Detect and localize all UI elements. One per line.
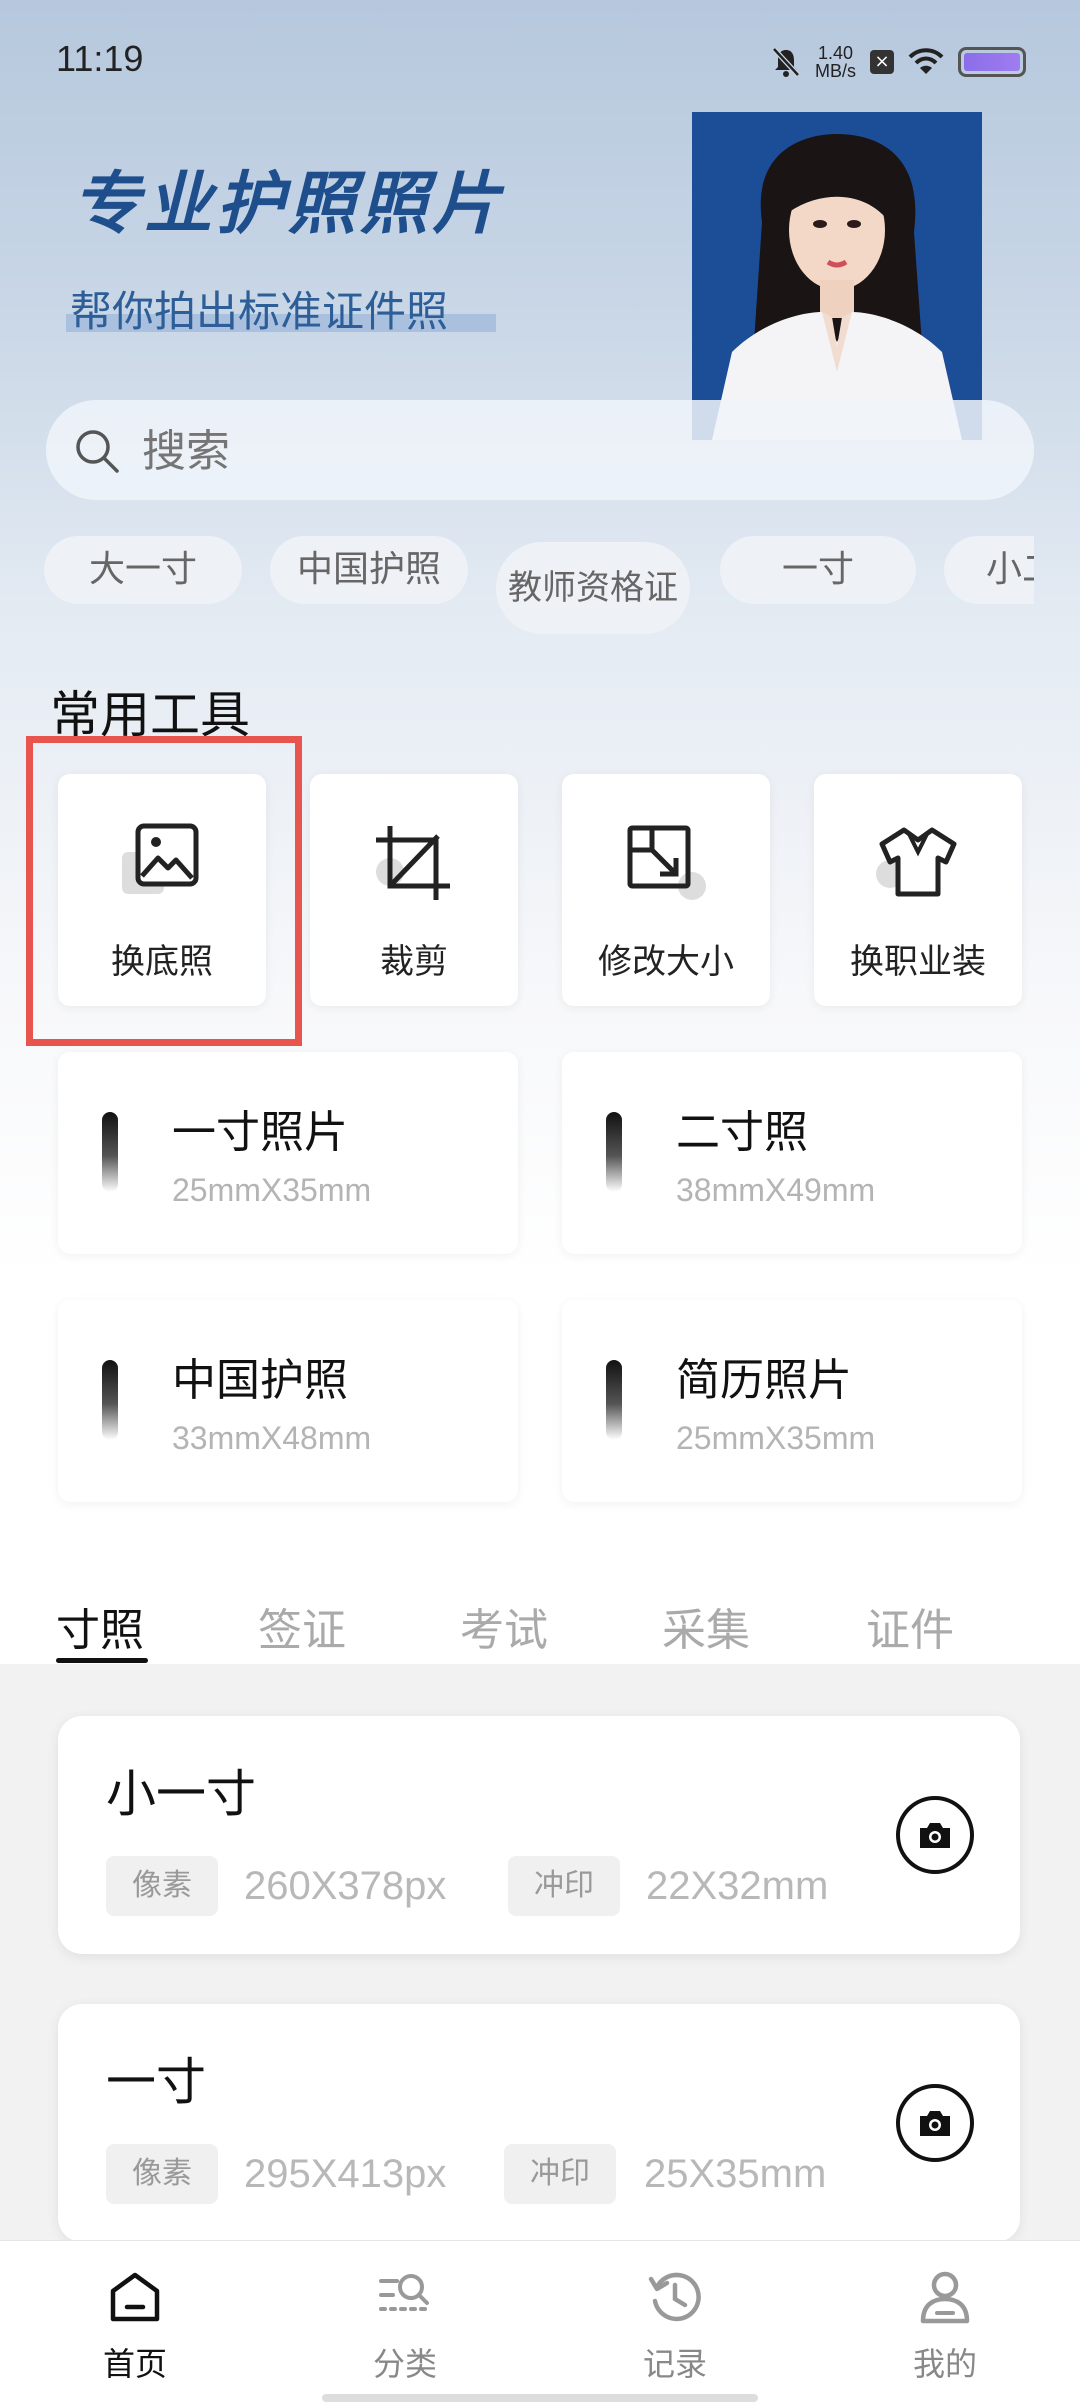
wifi-icon bbox=[908, 48, 944, 74]
size-card[interactable]: 二寸照 38mmX49mm bbox=[562, 1052, 1022, 1254]
quick-tag[interactable]: 一寸 bbox=[720, 536, 916, 604]
tool-resize[interactable]: 修改大小 bbox=[562, 774, 770, 1006]
search-bar[interactable] bbox=[46, 400, 1034, 500]
size-dimension: 33mmX48mm bbox=[172, 1420, 372, 1456]
mute-bell-icon bbox=[772, 47, 800, 77]
quick-tags: 大一寸 中国护照 教师资格证 一寸 小二寸 bbox=[44, 536, 1034, 640]
quick-tag[interactable]: 大一寸 bbox=[44, 536, 242, 604]
shirt-icon bbox=[876, 827, 957, 897]
pixel-value: 295X413px bbox=[244, 2152, 447, 2196]
size-card[interactable]: 一寸照片 25mmX35mm bbox=[58, 1052, 518, 1254]
category-icon bbox=[379, 2274, 431, 2311]
size-name: 二寸照 bbox=[676, 1107, 808, 1158]
hero-portrait-image bbox=[692, 112, 982, 440]
home-indicator bbox=[322, 2394, 758, 2402]
history-icon bbox=[648, 2272, 701, 2322]
active-tab-underline bbox=[56, 1658, 148, 1663]
status-icons: 1.40 MB/s × bbox=[771, 44, 1026, 80]
print-label: 冲印 bbox=[508, 1856, 620, 1916]
camera-button[interactable] bbox=[896, 1796, 974, 1874]
size-indicator bbox=[102, 1360, 118, 1440]
size-indicator bbox=[606, 1112, 622, 1192]
size-card[interactable]: 简历照片 25mmX35mm bbox=[562, 1300, 1022, 1502]
spec-list-item[interactable]: 小一寸 像素 260X378px 冲印 22X32mm bbox=[58, 1716, 1020, 1954]
pixel-label: 像素 bbox=[106, 1856, 218, 1916]
nav-home[interactable]: 首页 bbox=[0, 2241, 270, 2408]
size-name: 一寸照片 bbox=[172, 1107, 348, 1158]
spec-list-item[interactable]: 一寸 像素 295X413px 冲印 25X35mm bbox=[58, 2004, 1020, 2242]
search-icon bbox=[76, 430, 119, 473]
camera-icon bbox=[920, 2111, 950, 2136]
tool-label: 裁剪 bbox=[380, 942, 448, 982]
search-input[interactable] bbox=[142, 424, 942, 478]
nav-label: 分类 bbox=[372, 2345, 437, 2383]
tool-change-outfit[interactable]: 换职业装 bbox=[814, 774, 1022, 1006]
size-dimension: 25mmX35mm bbox=[676, 1420, 876, 1456]
size-dimension: 38mmX49mm bbox=[676, 1172, 876, 1208]
quick-tag[interactable]: 中国护照 bbox=[270, 536, 468, 604]
battery-icon bbox=[958, 47, 1026, 77]
print-value: 25X35mm bbox=[644, 2152, 827, 2196]
tool-label: 修改大小 bbox=[598, 942, 734, 982]
nav-category[interactable]: 分类 bbox=[270, 2241, 540, 2408]
quick-tag[interactable]: 小二寸 bbox=[944, 536, 1034, 604]
tab-certificate[interactable]: 证件 bbox=[866, 1594, 954, 1658]
nav-label: 首页 bbox=[102, 2345, 167, 2383]
net-speed: 1.40 MB/s bbox=[814, 43, 856, 81]
tab-cun-zhao[interactable]: 寸照 bbox=[56, 1594, 144, 1658]
quick-tag[interactable]: 教师资格证 bbox=[496, 542, 690, 634]
nav-label: 我的 bbox=[912, 2345, 977, 2383]
spec-name: 小一寸 bbox=[106, 1765, 256, 1823]
tab-visa[interactable]: 签证 bbox=[258, 1594, 346, 1658]
profile-icon bbox=[920, 2271, 970, 2324]
tool-label: 换职业装 bbox=[850, 942, 986, 982]
camera-icon bbox=[920, 1823, 950, 1848]
bottom-navigation: 首页 分类 记录 我的 bbox=[0, 2240, 1080, 2408]
pixel-label: 像素 bbox=[106, 2144, 218, 2204]
pixel-value: 260X378px bbox=[244, 1864, 447, 1908]
notification-x-icon: × bbox=[870, 50, 894, 74]
nav-history[interactable]: 记录 bbox=[540, 2241, 810, 2408]
size-card[interactable]: 中国护照 33mmX48mm bbox=[58, 1300, 518, 1502]
size-indicator bbox=[606, 1360, 622, 1440]
nav-profile[interactable]: 我的 bbox=[810, 2241, 1080, 2408]
spec-name: 一寸 bbox=[106, 2053, 206, 2111]
selection-highlight bbox=[26, 736, 302, 1046]
home-icon bbox=[110, 2272, 160, 2322]
hero-subtitle: 帮你拍出标准证件照 bbox=[70, 287, 449, 336]
size-indicator bbox=[102, 1112, 118, 1192]
camera-button[interactable] bbox=[896, 2084, 974, 2162]
crop-icon bbox=[376, 826, 450, 900]
size-dimension: 25mmX35mm bbox=[172, 1172, 372, 1208]
nav-label: 记录 bbox=[642, 2345, 707, 2383]
size-name: 简历照片 bbox=[676, 1355, 852, 1406]
print-label: 冲印 bbox=[504, 2144, 616, 2204]
resize-icon bbox=[627, 825, 706, 900]
tab-exam[interactable]: 考试 bbox=[460, 1594, 548, 1658]
tool-crop[interactable]: 裁剪 bbox=[310, 774, 518, 1006]
status-bar: 11:19 1.40 MB/s × bbox=[0, 0, 1080, 120]
status-time: 11:19 bbox=[56, 38, 144, 79]
tab-collection[interactable]: 采集 bbox=[662, 1594, 750, 1658]
size-name: 中国护照 bbox=[172, 1355, 348, 1406]
category-tabs: 寸照 签证 考试 采集 证件 bbox=[0, 1540, 1080, 1664]
print-value: 22X32mm bbox=[646, 1864, 829, 1908]
hero-title: 专业护照照片 bbox=[72, 165, 505, 244]
